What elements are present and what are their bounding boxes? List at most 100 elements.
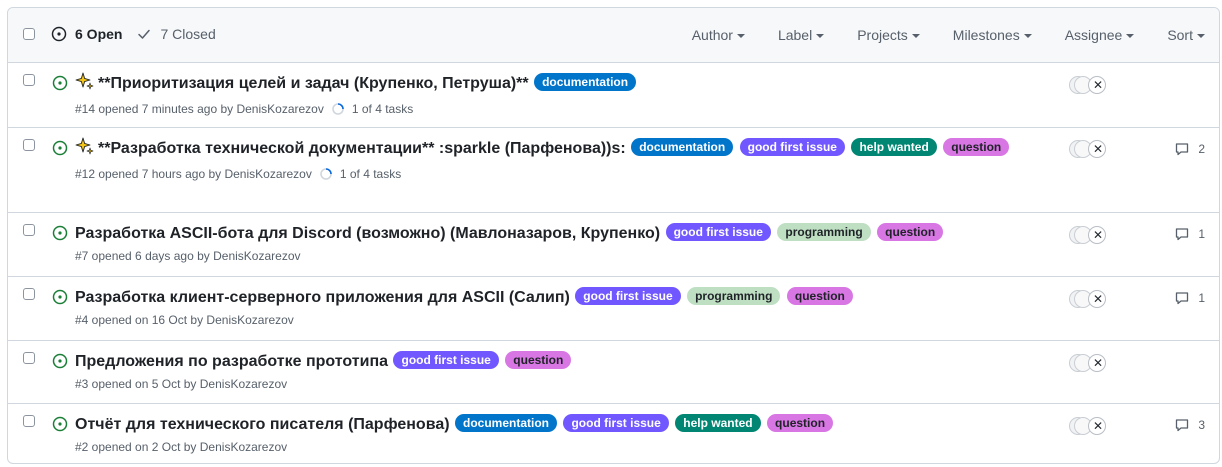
issue-label[interactable]: question	[877, 223, 944, 241]
issue-title-line: Разработка клиент-серверного приложения …	[75, 286, 1035, 310]
comment-count: 3	[1198, 418, 1205, 432]
issue-label[interactable]: good first issue	[739, 138, 845, 156]
chevron-down-icon	[1197, 34, 1205, 38]
closed-issues-tab[interactable]: 7 Closed	[136, 26, 216, 42]
issue-label[interactable]: documentation	[534, 73, 637, 91]
issue-label[interactable]: documentation	[455, 414, 557, 432]
issue-checkbox[interactable]	[23, 352, 35, 364]
issue-label[interactable]: good first issue	[665, 223, 771, 241]
milestones-filter-label: Milestones	[952, 27, 1020, 43]
issue-checkbox[interactable]	[23, 139, 35, 151]
open-issues-tab[interactable]: 6 Open	[51, 26, 122, 42]
avatar: ✕	[1088, 354, 1106, 372]
issue-title-line: **Приоритизация целей и задач (Крупенко,…	[75, 72, 1035, 99]
issue-label[interactable]: question	[786, 287, 853, 305]
issue-label[interactable]: help wanted	[851, 138, 937, 156]
comment-count: 2	[1198, 142, 1205, 156]
close-icon: ✕	[1093, 356, 1104, 370]
issue-open-icon	[52, 416, 68, 437]
issue-content: **Разработка технической документации** …	[75, 137, 1035, 181]
close-icon: ✕	[1093, 78, 1104, 92]
comment-icon	[1174, 226, 1194, 242]
issue-meta-text: #7 opened 6 days ago by DenisKozarezov	[75, 249, 301, 263]
issue-meta: #3 opened on 5 Oct by DenisKozarezov	[75, 377, 1035, 391]
issue-title-link[interactable]: **Разработка технической документации** …	[98, 140, 626, 157]
assignee-avatar-stack[interactable]: ✕	[1069, 75, 1109, 97]
issue-row: Отчёт для технического писателя (Парфено…	[8, 404, 1219, 463]
select-all-checkbox[interactable]	[23, 28, 35, 40]
issue-label[interactable]: programming	[777, 223, 871, 241]
projects-filter-label: Projects	[857, 27, 908, 43]
close-icon: ✕	[1093, 419, 1104, 433]
issue-title-line: Отчёт для технического писателя (Парфено…	[75, 413, 1035, 437]
assignee-avatar-stack[interactable]: ✕	[1069, 139, 1109, 161]
issue-label[interactable]: good first issue	[575, 287, 681, 305]
avatar: ✕	[1088, 226, 1106, 244]
task-progress-icon	[332, 103, 348, 115]
issue-label[interactable]: documentation	[631, 138, 734, 156]
issue-title-line: **Разработка технической документации** …	[75, 137, 1035, 164]
issue-meta: #14 opened 7 minutes ago by DenisKozarez…	[75, 102, 1035, 116]
issue-label[interactable]: help wanted	[675, 414, 761, 432]
issue-open-icon	[52, 289, 68, 310]
comments-link[interactable]: 1	[1174, 226, 1205, 242]
filter-bar: Author Label Projects Milestones Assigne…	[659, 27, 1205, 43]
issue-title-link[interactable]: **Приоритизация целей и задач (Крупенко,…	[98, 75, 529, 92]
issue-rows: **Приоритизация целей и задач (Крупенко,…	[8, 63, 1219, 463]
label-filter[interactable]: Label	[778, 27, 825, 43]
avatar: ✕	[1088, 140, 1106, 158]
closed-issues-label: 7 Closed	[160, 26, 216, 42]
issue-meta: #7 opened 6 days ago by DenisKozarezov	[75, 249, 1035, 263]
issue-content: Разработка ASCII-бота для Discord (возмо…	[75, 222, 1035, 263]
comment-count: 1	[1198, 291, 1205, 305]
comments-link[interactable]: 2	[1174, 141, 1205, 157]
assignee-avatar-stack[interactable]: ✕	[1069, 416, 1109, 438]
comment-count: 1	[1198, 227, 1205, 241]
task-progress[interactable]: 1 of 4 tasks	[320, 167, 401, 181]
issue-label[interactable]: good first issue	[393, 351, 499, 369]
assignee-avatar-stack[interactable]: ✕	[1069, 289, 1109, 311]
milestones-filter[interactable]: Milestones	[953, 27, 1032, 43]
issue-checkbox[interactable]	[23, 288, 35, 300]
issue-title-line: Разработка ASCII-бота для Discord (возмо…	[75, 222, 1035, 246]
issue-meta-text: #2 opened on 2 Oct by DenisKozarezov	[75, 440, 288, 454]
task-progress-icon	[320, 168, 336, 180]
author-filter[interactable]: Author	[692, 27, 745, 43]
issue-meta-text: #14 opened 7 minutes ago by DenisKozarez…	[75, 102, 324, 116]
assignee-avatar-stack[interactable]: ✕	[1069, 225, 1109, 247]
issue-checkbox[interactable]	[23, 74, 35, 86]
issue-content: Отчёт для технического писателя (Парфено…	[75, 413, 1035, 454]
comment-icon	[1174, 417, 1194, 433]
close-icon: ✕	[1093, 142, 1104, 156]
issue-title-link[interactable]: Предложения по разработке прототипа	[75, 353, 388, 370]
sparkles-icon	[75, 137, 94, 164]
issue-label[interactable]: question	[505, 351, 572, 369]
comments-link[interactable]: 1	[1174, 290, 1205, 306]
avatar: ✕	[1088, 290, 1106, 308]
issue-row: Разработка клиент-серверного приложения …	[8, 277, 1219, 341]
task-progress[interactable]: 1 of 4 tasks	[332, 102, 413, 116]
assignee-filter-label: Assignee	[1064, 27, 1123, 43]
issue-checkbox[interactable]	[23, 224, 35, 236]
issue-label[interactable]: question	[943, 138, 1010, 156]
issue-meta-text: #4 opened on 16 Oct by DenisKozarezov	[75, 313, 294, 327]
chevron-down-icon	[736, 34, 745, 38]
sort-filter-label: Sort	[1167, 27, 1193, 43]
sort-filter[interactable]: Sort	[1167, 27, 1205, 43]
projects-filter[interactable]: Projects	[857, 27, 920, 43]
issue-label[interactable]: good first issue	[563, 414, 669, 432]
issue-label[interactable]: question	[767, 414, 834, 432]
task-progress-text: 1 of 4 tasks	[351, 102, 414, 116]
issue-label[interactable]: programming	[687, 287, 781, 305]
issue-title-link[interactable]: Отчёт для технического писателя (Парфено…	[75, 416, 450, 433]
issue-meta: #2 opened on 2 Oct by DenisKozarezov	[75, 440, 1035, 454]
issue-title-link[interactable]: Разработка ASCII-бота для Discord (возмо…	[75, 225, 660, 242]
assignee-filter[interactable]: Assignee	[1065, 27, 1135, 43]
avatar: ✕	[1088, 76, 1106, 94]
assignee-avatar-stack[interactable]: ✕	[1069, 353, 1109, 375]
issue-title-link[interactable]: Разработка клиент-серверного приложения …	[75, 289, 570, 306]
issue-meta-text: #3 opened on 5 Oct by DenisKozarezov	[75, 377, 288, 391]
issue-checkbox[interactable]	[23, 415, 35, 427]
comment-icon	[1174, 290, 1194, 306]
comments-link[interactable]: 3	[1174, 417, 1205, 433]
